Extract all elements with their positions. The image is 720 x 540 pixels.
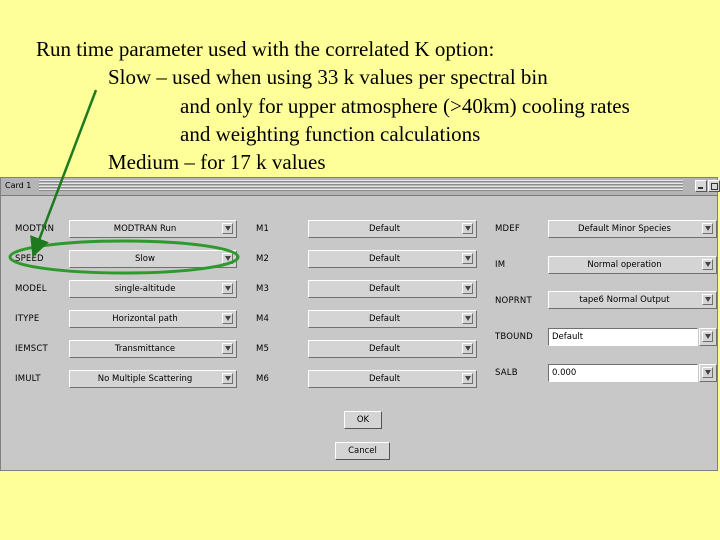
annotation-overlay (8, 89, 240, 275)
speed-highlight-ellipse (8, 239, 240, 275)
pointer-arrow (30, 89, 98, 258)
